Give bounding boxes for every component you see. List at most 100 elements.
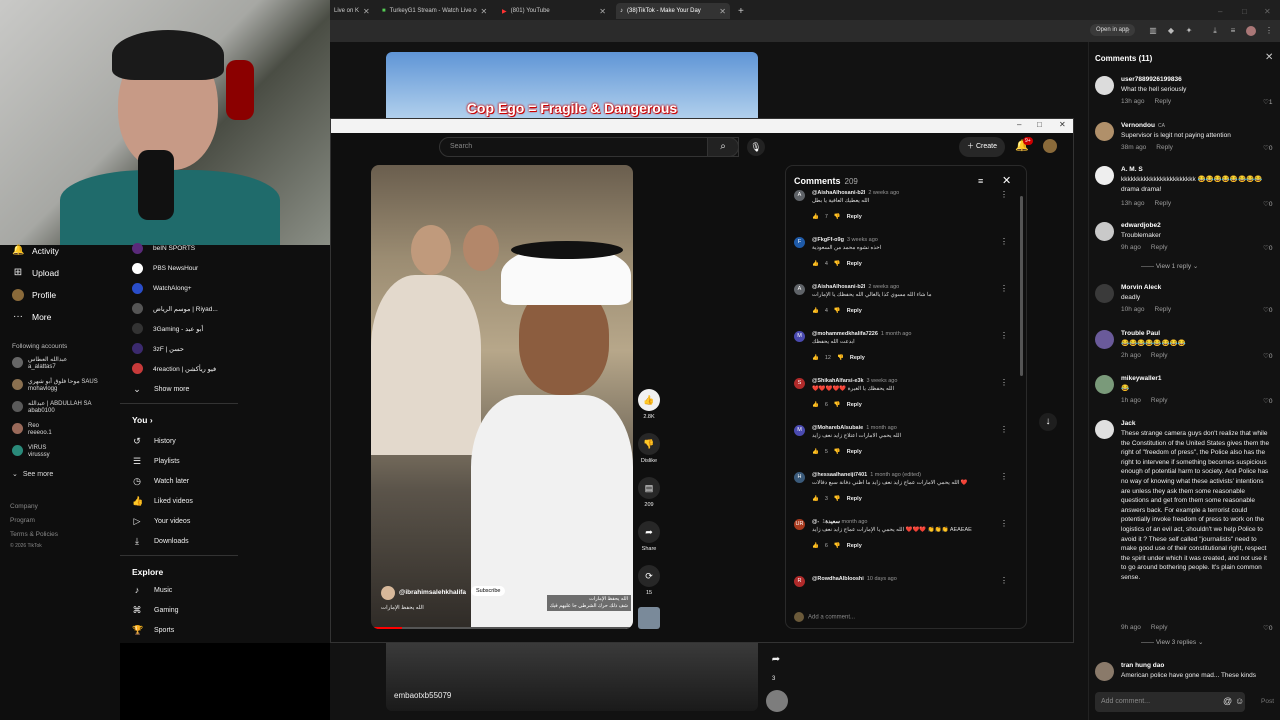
kebab-menu-icon[interactable]: ⋮ (1000, 237, 1008, 246)
show-more-button[interactable]: ⌄ Show more (132, 384, 189, 395)
remix-button[interactable]: ⟳ 15 (637, 565, 661, 596)
reply-button[interactable]: Reply (847, 214, 862, 220)
nav-more[interactable]: ··· More (12, 311, 51, 323)
browser-tab[interactable]: Live on K ✕ (330, 3, 370, 19)
sound-thumbnail[interactable] (637, 607, 661, 629)
kebab-menu-icon[interactable]: ⋮ (1000, 284, 1008, 293)
kebab-menu-icon[interactable]: ⋮ (1000, 378, 1008, 387)
avatar[interactable] (1095, 662, 1114, 681)
minimize-icon[interactable]: – (1017, 120, 1021, 129)
next-video-preview[interactable]: embaotxb55079 (386, 643, 758, 711)
nav-sports[interactable]: 🏆 Sports (132, 625, 174, 636)
reply-button[interactable]: Reply (847, 308, 862, 314)
comment-author[interactable]: @ShikahAlfarsi-e3k 3 weeks ago (812, 378, 897, 384)
like-button[interactable]: ♡0 (1263, 144, 1272, 152)
nav-profile[interactable]: Profile (12, 289, 56, 301)
nav-liked-videos[interactable]: 👍 Liked videos (132, 496, 193, 507)
kebab-menu-icon[interactable]: ⋮ (1000, 425, 1008, 434)
like-button[interactable]: ♡0 (1263, 624, 1272, 632)
nav-downloads[interactable]: ⤓ Downloads (132, 536, 189, 547)
arrow-down-icon[interactable]: ↓ (1039, 413, 1057, 431)
close-tab-icon[interactable]: ✕ (363, 7, 370, 16)
close-tab-icon[interactable]: ✕ (599, 7, 606, 16)
comment-author[interactable]: Morvin Aleck (1121, 284, 1161, 291)
like-button[interactable]: ♡0 (1263, 244, 1272, 252)
reply-button[interactable]: Reply (847, 449, 862, 455)
avatar[interactable] (1095, 284, 1114, 303)
channel-avatar[interactable] (381, 586, 395, 600)
subscription-item[interactable]: 3zF | حسن (132, 343, 184, 354)
puzzle-icon[interactable]: ✦ (1184, 26, 1194, 36)
avatar[interactable] (1095, 122, 1114, 141)
subscription-item[interactable]: 3Gaming - أبو عبد (132, 323, 203, 334)
view-replies-button[interactable]: —— View 1 reply ⌄ (1141, 262, 1198, 270)
avatar[interactable]: A (794, 190, 805, 201)
reply-button[interactable]: Reply (1155, 98, 1172, 105)
sort-icon[interactable]: ≡ (978, 176, 983, 186)
nav-your-videos[interactable]: ▷ Your videos (132, 516, 191, 527)
search-icon[interactable]: ⌕ (707, 137, 739, 157)
footer-company[interactable]: Company (10, 503, 38, 510)
shorts-video-player[interactable]: الله يحفظ الإمارات شف ذلك حرك الشرطي جا ع… (371, 165, 633, 629)
comment-author[interactable]: Trouble Paul (1121, 330, 1160, 337)
next-video-user[interactable]: embaotxb55079 (394, 691, 451, 700)
browser-tab-active[interactable]: ♪ (38)TikTok - Make Your Day ✕ (616, 3, 730, 19)
new-tab-button[interactable]: + (734, 3, 748, 19)
microphone-icon[interactable]: 🎙 (747, 138, 765, 156)
reply-button[interactable]: Reply (1156, 144, 1173, 151)
comment-author[interactable]: mikeywaller1 (1121, 375, 1161, 382)
reply-button[interactable]: Reply (1151, 244, 1168, 251)
nav-playlists[interactable]: ☰ Playlists (132, 456, 180, 467)
subscription-item[interactable]: موسم الرياض | Riyad... (132, 303, 218, 314)
comment-author[interactable]: @RowdhaAlblooshi 10 days ago (812, 576, 897, 582)
share-button[interactable]: ➦ Share (637, 521, 661, 552)
reply-button[interactable]: Reply (1151, 624, 1168, 631)
see-more-button[interactable]: ⌄ See more (12, 471, 53, 478)
reply-button[interactable]: Reply (1151, 352, 1168, 359)
close-window-icon[interactable]: ✕ (1260, 3, 1272, 19)
like-button[interactable]: ♡0 (1263, 200, 1272, 208)
following-account[interactable]: Reo reeeoo.1 (12, 423, 52, 437)
thumbs-down-icon[interactable]: 👎 (834, 214, 841, 220)
subscription-item[interactable]: WatchAlong+ (132, 283, 192, 294)
menu-lines-icon[interactable]: ≡ (1228, 26, 1238, 36)
thumbs-up-icon[interactable]: 👍 (812, 543, 819, 549)
avatar[interactable]: M (794, 331, 805, 342)
avatar[interactable] (1095, 375, 1114, 394)
thumbs-up-icon[interactable]: 👍 (812, 261, 819, 267)
comment-author[interactable]: user7889926199836 (1121, 76, 1182, 83)
nav-watch-later[interactable]: ◷ Watch later (132, 476, 189, 487)
thumbs-down-icon[interactable]: 👎 (834, 543, 841, 549)
avatar[interactable] (1095, 420, 1114, 439)
diamond-icon[interactable]: ◆ (1166, 26, 1176, 36)
maximize-icon[interactable]: □ (1238, 3, 1250, 19)
like-button[interactable]: ♡0 (1263, 352, 1272, 360)
avatar[interactable] (1095, 330, 1114, 349)
close-icon[interactable]: ✕ (1265, 52, 1273, 63)
comment-author[interactable]: @AishaAlhosani-b2l 2 weeks ago (812, 284, 899, 290)
reply-button[interactable]: Reply (1151, 397, 1168, 404)
reply-button[interactable]: Reply (847, 402, 862, 408)
comment-author[interactable]: @MoharebAlsubaie 1 month ago (812, 425, 897, 431)
kebab-menu-icon[interactable]: ⋮ (1000, 331, 1008, 340)
comment-author[interactable]: Jack (1121, 420, 1135, 427)
progress-bar[interactable] (371, 627, 633, 629)
thumbs-up-icon[interactable]: 👍 (812, 449, 819, 455)
comments-button[interactable]: ▤ 209 (637, 477, 661, 508)
footer-terms[interactable]: Terms & Policies (10, 531, 58, 538)
like-button[interactable]: ♡0 (1263, 306, 1272, 314)
comment-author[interactable]: @FkgFf-o9g 3 weeks ago (812, 237, 878, 243)
add-comment-input[interactable]: Add a comment... (794, 612, 855, 622)
reply-button[interactable]: Reply (847, 496, 862, 502)
nav-activity[interactable]: 🔔 Activity (12, 245, 59, 257)
star-icon[interactable]: ☆ (1122, 26, 1132, 36)
following-account[interactable]: عبدالله | ABDULLAH SA abab0100 (12, 401, 92, 415)
channel-name[interactable]: @ibrahimsalehkhalifa (399, 589, 466, 596)
thumbs-up-icon[interactable]: 👍 (812, 214, 819, 220)
close-tab-icon[interactable]: ✕ (481, 7, 488, 16)
thumbs-down-icon[interactable]: 👎 (834, 261, 841, 267)
close-tab-icon[interactable]: ✕ (719, 7, 726, 16)
comment-author[interactable]: Vernondou CA (1121, 122, 1165, 129)
reply-button[interactable]: Reply (847, 261, 862, 267)
mention-icon[interactable]: @ (1223, 696, 1232, 706)
